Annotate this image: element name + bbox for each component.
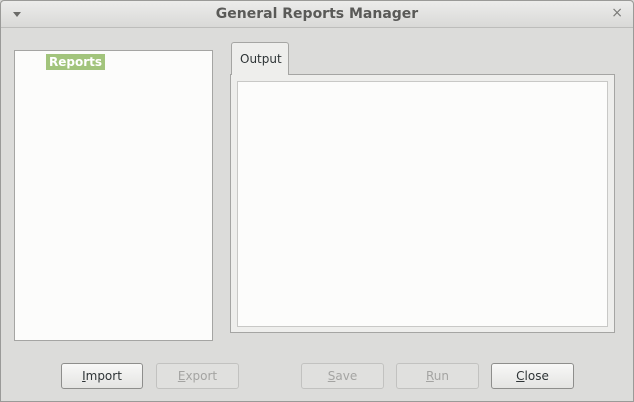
tab-output[interactable]: Output (231, 42, 289, 75)
reports-tree[interactable]: Reports (14, 50, 213, 341)
close-label-rest: lose (524, 369, 549, 383)
tab-output-label: Output (240, 52, 282, 66)
import-label-rest: mport (85, 369, 122, 383)
close-button[interactable]: Close (491, 363, 574, 389)
save-button[interactable]: Save (301, 363, 384, 389)
run-mnemonic: R (425, 369, 434, 383)
dialog-window: General Reports Manager × Reports Output… (0, 0, 634, 402)
save-label-rest: ave (335, 369, 358, 383)
title-bar[interactable]: General Reports Manager × (1, 1, 633, 28)
import-button[interactable]: Import (61, 363, 143, 389)
output-text-area[interactable] (237, 81, 608, 327)
export-label-rest: xport (185, 369, 218, 383)
close-icon[interactable]: × (611, 5, 623, 21)
run-button[interactable]: Run (396, 363, 479, 389)
window-title: General Reports Manager (215, 6, 419, 22)
run-label-rest: un (433, 369, 450, 383)
export-button[interactable]: Export (156, 363, 239, 389)
close-mnemonic: C (516, 369, 525, 383)
tree-item-reports[interactable]: Reports (46, 54, 106, 70)
